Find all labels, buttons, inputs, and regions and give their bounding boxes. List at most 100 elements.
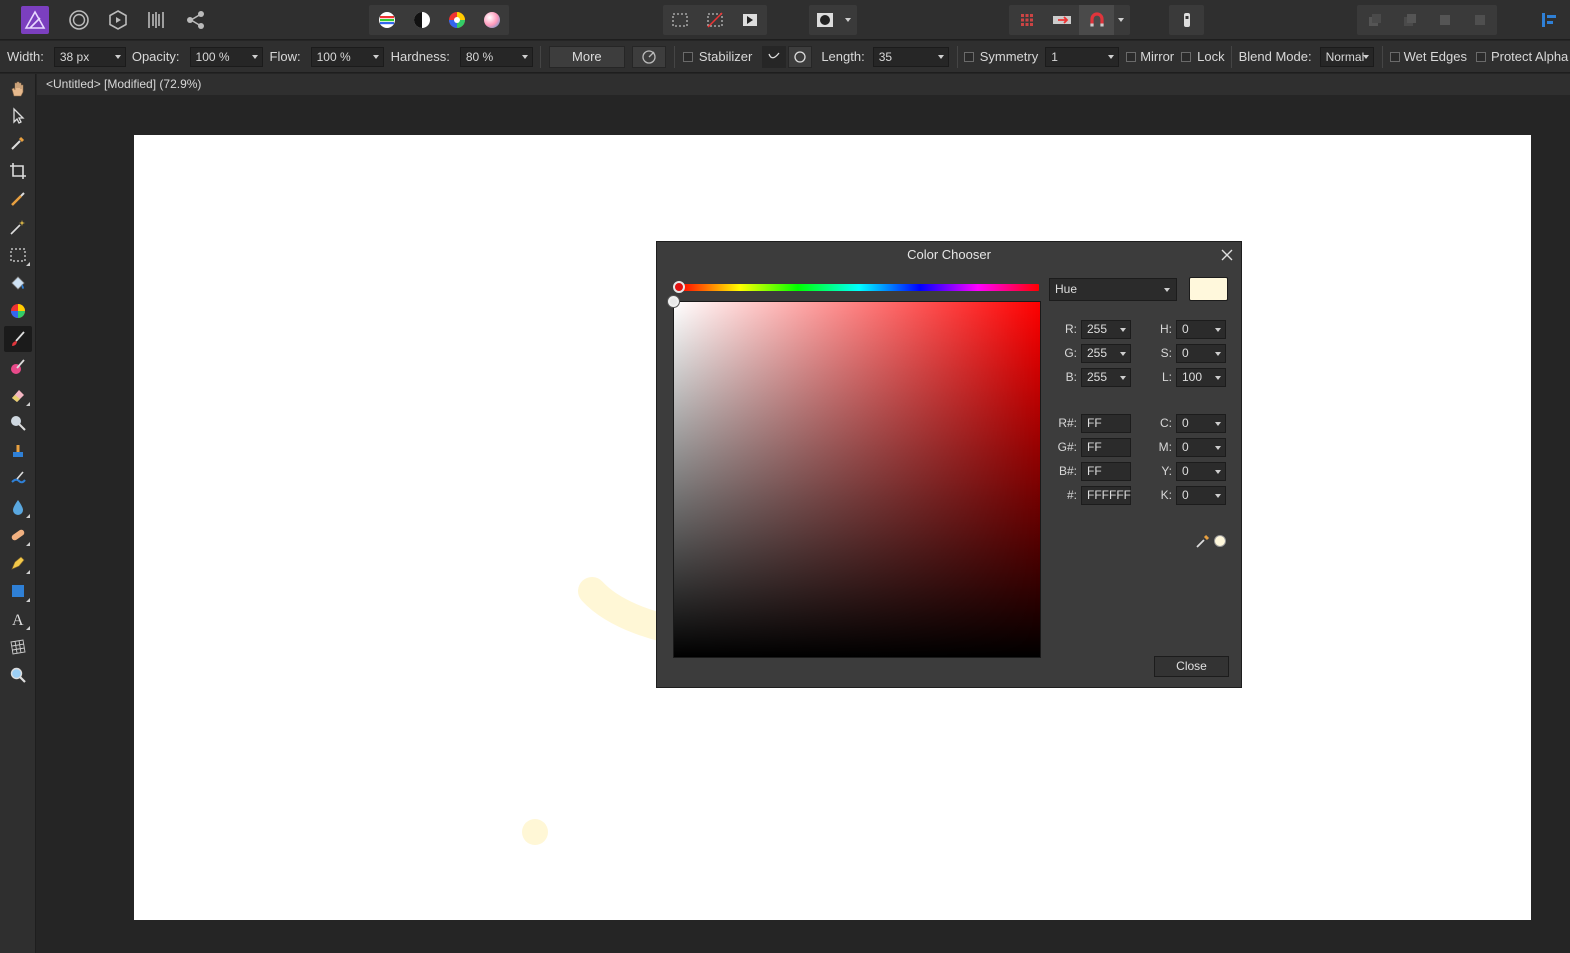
eyedropper-icon[interactable] — [1195, 533, 1211, 552]
rectangle-tool-icon[interactable] — [4, 578, 32, 604]
grid-icon[interactable] — [1009, 5, 1044, 35]
marquee-icon[interactable] — [663, 5, 698, 35]
hue-slider-handle[interactable] — [673, 281, 685, 293]
color-square-handle[interactable] — [668, 296, 679, 307]
length-field[interactable]: 35 — [872, 46, 949, 67]
pen-tool-flyout[interactable] — [26, 570, 30, 574]
rope-mode-button[interactable] — [762, 45, 787, 68]
color-wheel-icon[interactable] — [439, 5, 474, 35]
document-title[interactable]: <Untitled> [Modified] (72.9%) — [46, 77, 201, 91]
flood-select-tool-icon[interactable] — [4, 214, 32, 240]
symmetry-caret[interactable] — [1108, 54, 1115, 59]
healing-tool-flyout[interactable] — [26, 542, 30, 546]
smudge-brush-tool-icon[interactable] — [4, 466, 32, 492]
erase-brush-tool-icon[interactable] — [4, 382, 32, 408]
length-caret[interactable] — [937, 54, 944, 59]
s-field[interactable]: 0 — [1176, 344, 1226, 363]
mask-dropdown-caret[interactable] — [845, 18, 851, 22]
r-hex-field[interactable]: FF — [1081, 414, 1131, 433]
color-picker-tool-icon[interactable] — [4, 130, 32, 156]
m-caret[interactable] — [1215, 446, 1221, 450]
share-icon[interactable] — [180, 4, 212, 36]
g-field[interactable]: 255 — [1081, 344, 1131, 363]
shape-tool-flyout[interactable] — [26, 598, 30, 602]
dodge-tool-icon[interactable] — [4, 410, 32, 436]
h-caret[interactable] — [1215, 328, 1221, 332]
k-caret[interactable] — [1215, 494, 1221, 498]
liquify-persona-icon[interactable] — [102, 4, 134, 36]
move-arrange-icon[interactable] — [1044, 5, 1079, 35]
snapping-magnet-icon[interactable] — [1079, 5, 1114, 35]
color-mode-select[interactable]: Hue — [1049, 278, 1177, 301]
hardness-field[interactable]: 80 % — [459, 46, 533, 67]
view-tool-hand-icon[interactable] — [4, 76, 32, 102]
s-caret[interactable] — [1215, 352, 1221, 356]
window-mode-button[interactable] — [788, 45, 813, 68]
flow-caret[interactable] — [372, 54, 379, 59]
gradient-sphere-icon[interactable] — [474, 5, 509, 35]
close-button[interactable]: Close — [1154, 656, 1229, 677]
protect-alpha-checkbox[interactable] — [1475, 51, 1486, 62]
blend-mode-select[interactable]: Normal — [1319, 46, 1374, 67]
mesh-warp-tool-icon[interactable] — [4, 634, 32, 660]
brush-options-button[interactable] — [631, 45, 666, 68]
arrange-front-icon[interactable] — [1462, 5, 1497, 35]
r-field[interactable]: 255 — [1081, 320, 1131, 339]
hardness-caret[interactable] — [521, 54, 528, 59]
color-replacement-tool-icon[interactable] — [4, 354, 32, 380]
channels-icon[interactable] — [369, 5, 404, 35]
b-caret[interactable] — [1120, 376, 1126, 380]
y-caret[interactable] — [1215, 470, 1221, 474]
hue-slider[interactable] — [679, 284, 1039, 291]
symmetry-checkbox[interactable] — [963, 51, 974, 62]
assistant-icon[interactable] — [1169, 5, 1204, 35]
erase-tool-flyout[interactable] — [26, 402, 30, 406]
symmetry-field[interactable]: 1 — [1045, 46, 1120, 67]
text-tool-icon[interactable]: A — [4, 606, 32, 632]
b-field[interactable]: 255 — [1081, 368, 1131, 387]
marquee-tool-flyout[interactable] — [26, 262, 30, 266]
m-field[interactable]: 0 — [1176, 438, 1226, 457]
arrange-forward-icon[interactable] — [1427, 5, 1462, 35]
move-tool-icon[interactable] — [4, 103, 32, 129]
y-field[interactable]: 0 — [1176, 462, 1226, 481]
hex-field[interactable]: FFFFFF — [1081, 486, 1131, 505]
b-hex-field[interactable]: FF — [1081, 462, 1131, 481]
affinity-photo-logo[interactable] — [19, 4, 51, 36]
mirror-checkbox[interactable] — [1126, 51, 1137, 62]
k-field[interactable]: 0 — [1176, 486, 1226, 505]
opacity-field[interactable]: 100 % — [189, 46, 263, 67]
paint-brush-tool-icon[interactable] — [4, 326, 32, 352]
zoom-tool-icon[interactable] — [4, 662, 32, 688]
current-color-swatch[interactable] — [1189, 277, 1228, 301]
l-caret[interactable] — [1215, 376, 1221, 380]
mask-icon[interactable] — [809, 5, 841, 35]
arrange-back-icon[interactable] — [1357, 5, 1392, 35]
width-field[interactable]: 38 px — [53, 46, 126, 67]
blend-mode-caret[interactable] — [1362, 54, 1369, 59]
g-hex-field[interactable]: FF — [1081, 438, 1131, 457]
close-icon[interactable] — [1217, 245, 1237, 265]
wet-edges-checkbox[interactable] — [1389, 51, 1400, 62]
clone-brush-tool-icon[interactable] — [4, 438, 32, 464]
stabilizer-checkbox[interactable] — [682, 51, 693, 62]
h-field[interactable]: 0 — [1176, 320, 1226, 339]
studio-panel-icon[interactable] — [1534, 4, 1564, 36]
r-caret[interactable] — [1120, 328, 1126, 332]
width-caret[interactable] — [114, 54, 121, 59]
develop-persona-icon[interactable] — [140, 4, 172, 36]
blur-brush-tool-icon[interactable] — [4, 494, 32, 520]
text-tool-flyout[interactable] — [26, 626, 30, 630]
flood-fill-tool-icon[interactable] — [4, 270, 32, 296]
l-field[interactable]: 100 — [1176, 368, 1226, 387]
pen-tool-icon[interactable] — [4, 550, 32, 576]
opacity-caret[interactable] — [251, 54, 258, 59]
deselect-icon[interactable] — [698, 5, 733, 35]
marquee-tool-icon[interactable] — [4, 242, 32, 268]
arrange-backward-icon[interactable] — [1392, 5, 1427, 35]
c-caret[interactable] — [1215, 422, 1221, 426]
saturation-lightness-square[interactable] — [673, 301, 1041, 658]
contrast-icon[interactable] — [404, 5, 439, 35]
gradient-tool-icon[interactable] — [4, 298, 32, 324]
lock-checkbox[interactable] — [1181, 51, 1192, 62]
